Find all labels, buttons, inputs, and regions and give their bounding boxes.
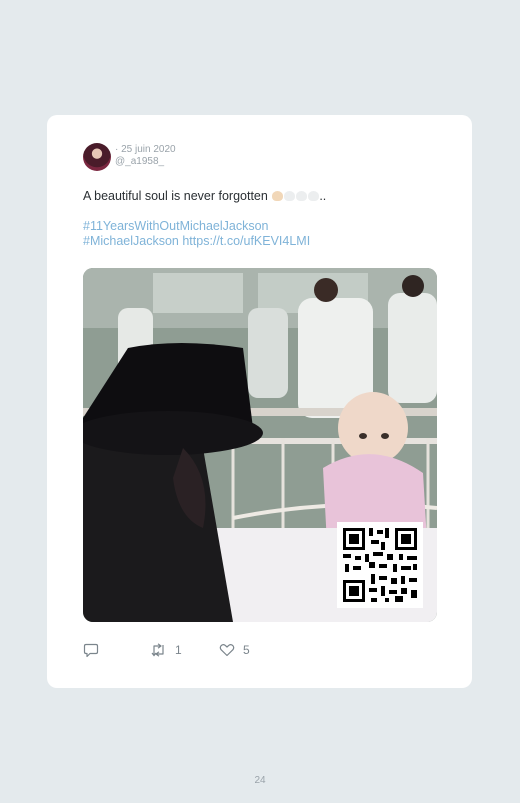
retweet-count: 1 [175, 643, 182, 657]
tweet-text-body: A beautiful soul is never forgotten [83, 189, 268, 203]
heart-icon [219, 644, 235, 657]
like-count: 5 [243, 643, 250, 657]
hashtag-and-url-link[interactable]: #MichaelJackson https://t.co/ufKEVI4LMI [83, 234, 310, 249]
tweet-text: A beautiful soul is never forgotten .. [83, 189, 326, 203]
reply-icon [83, 643, 99, 658]
retweet-icon [151, 643, 164, 657]
white-heart-emoji [296, 191, 308, 201]
qr-code[interactable] [337, 522, 423, 608]
like-button[interactable]: 5 [219, 643, 250, 657]
white-heart-emoji [308, 191, 320, 201]
tweet-meta: · 25 juin 2020 @_a1958_ [115, 144, 176, 168]
tweet-handle[interactable]: @_a1958_ [115, 156, 176, 168]
tweet-date[interactable]: · 25 juin 2020 [115, 144, 176, 156]
retweet-button[interactable]: 1 [150, 643, 182, 657]
folded-hands-emoji [272, 191, 284, 201]
tweet-hashtags: #11YearsWithOutMichaelJackson #MichaelJa… [83, 219, 310, 249]
tweet-actions: 1 5 [83, 643, 443, 661]
tweet-text-trailing: .. [319, 189, 327, 203]
page-number: 24 [254, 775, 266, 786]
tweet-card: · 25 juin 2020 @_a1958_ A beautiful soul… [47, 115, 472, 688]
avatar[interactable] [83, 143, 111, 171]
reply-button[interactable] [83, 643, 99, 658]
hashtag-link[interactable]: #11YearsWithOutMichaelJackson [83, 219, 310, 234]
tweet-media[interactable] [83, 268, 437, 622]
white-heart-emoji [284, 191, 296, 201]
